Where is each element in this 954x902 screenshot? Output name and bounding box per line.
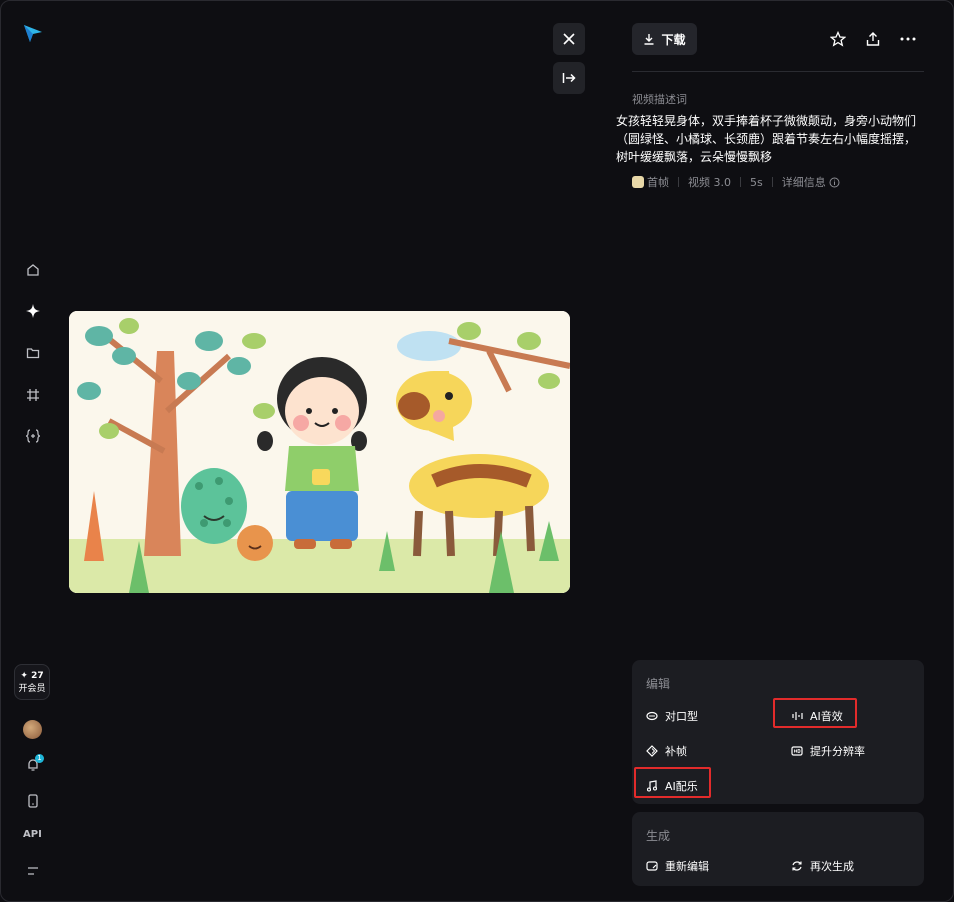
lip-sync-label: 对口型 [665,710,698,723]
refresh-icon [791,860,803,872]
download-label: 下载 [661,32,686,47]
close-icon [563,33,575,45]
lip-sync-icon [646,710,658,722]
video-meta: 首帧 视频 3.0 5s 详细信息 [632,174,840,190]
home-icon[interactable] [23,260,43,280]
member-label: 开会员 [18,684,46,694]
lip-sync-button[interactable]: 对口型 [646,708,698,724]
re-edit-label: 重新编辑 [665,860,709,873]
meta-separator [740,177,741,187]
divider [632,71,924,72]
code-braces-icon[interactable] [23,426,43,446]
app-window: ✦ 27 开会员 1 API 下载 视频描述词 女孩轻轻晃身体，双手捧着杯子微微… [0,0,954,902]
meta-model: 视频 3.0 [688,176,731,189]
star-icon[interactable] [829,30,847,48]
arrow-right-bar-icon [562,73,576,83]
edit-icon [646,860,658,872]
interpolate-icon [646,745,658,757]
regenerate-button[interactable]: 再次生成 [791,858,854,874]
mobile-icon[interactable] [23,791,43,811]
video-preview[interactable] [69,311,570,593]
meta-details-link[interactable]: 详细信息 [782,174,826,190]
upscale-label: 提升分辨率 [810,745,865,758]
regenerate-label: 再次生成 [810,860,854,873]
upscale-button[interactable]: 提升分辨率 [791,743,865,759]
highlight-box-ai-music [634,767,711,798]
canvas-frame-icon[interactable] [23,385,43,405]
frame-interpolation-button[interactable]: 补帧 [646,743,687,759]
highlight-box-ai-sound [773,698,857,728]
notification-badge: 1 [35,754,44,763]
left-rail: ✦ 27 开会员 1 API [1,1,65,901]
logo-icon[interactable] [22,22,44,44]
meta-separator [678,177,679,187]
meta-duration: 5s [750,175,763,189]
video-description: 女孩轻轻晃身体，双手捧着杯子微微颠动，身旁小动物们（圆绿怪、小橘球、长颈鹿）跟着… [616,114,917,164]
share-icon[interactable] [864,30,882,48]
download-button[interactable]: 下载 [632,23,697,55]
folder-icon[interactable] [23,343,43,363]
first-frame-thumbnail [632,176,644,188]
membership-button[interactable]: ✦ 27 开会员 [14,664,50,700]
close-button[interactable] [553,23,585,55]
sparkle-create-icon[interactable] [23,301,43,321]
collapse-panel-button[interactable] [553,62,585,94]
illustration-image [69,311,570,593]
api-link[interactable]: API [23,829,42,840]
meta-first-frame: 首帧 [647,176,669,189]
meta-separator [771,177,773,187]
download-icon [644,34,654,45]
more-icon[interactable] [899,30,917,48]
description-title: 视频描述词 [632,93,687,106]
avatar[interactable] [23,720,42,739]
member-credits: ✦ 27 [20,671,44,681]
edit-title: 编辑 [646,677,671,691]
menu-icon[interactable] [23,861,43,881]
hd-icon [791,745,803,757]
generate-title: 生成 [646,829,671,843]
info-icon[interactable] [829,177,840,188]
re-edit-button[interactable]: 重新编辑 [646,858,709,874]
generate-card: 生成 重新编辑 再次生成 [632,812,924,886]
frame-interpolation-label: 补帧 [665,745,687,758]
